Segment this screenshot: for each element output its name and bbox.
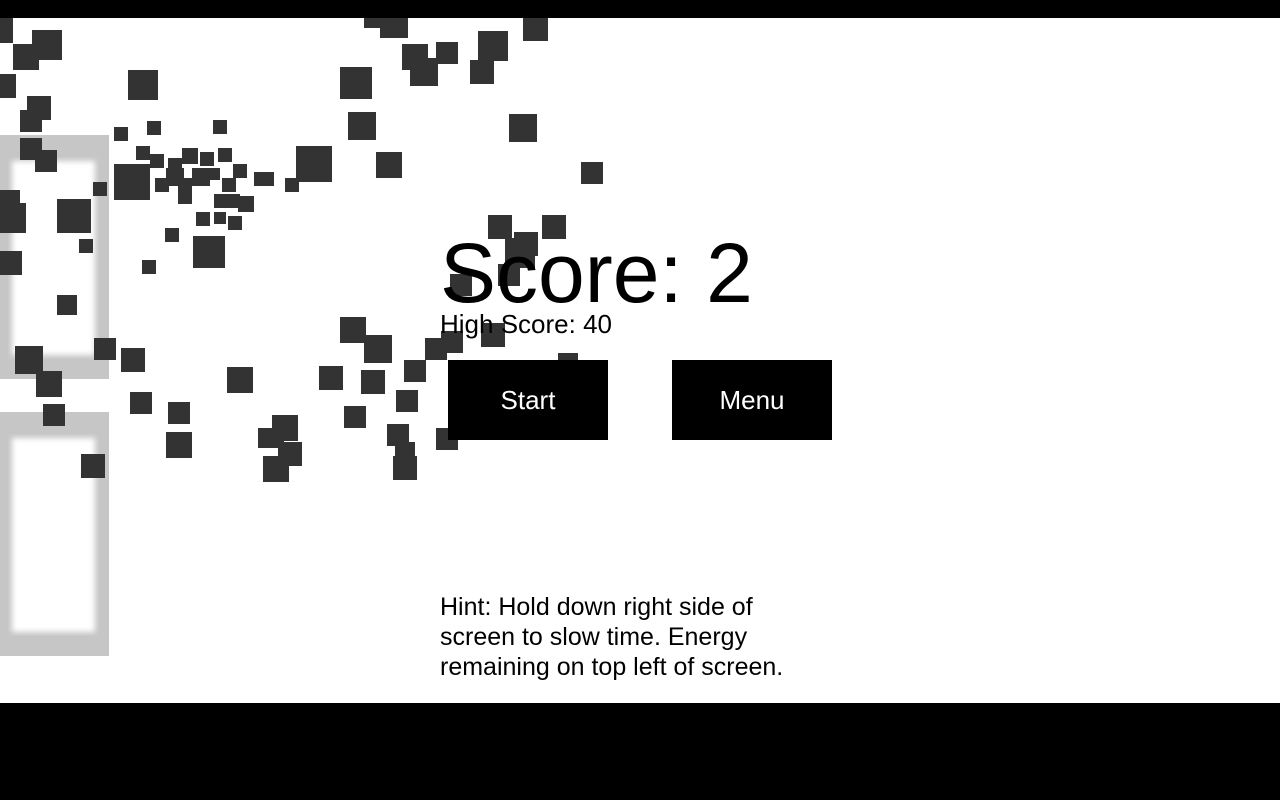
debris-block xyxy=(166,432,192,458)
letterbox-bottom xyxy=(0,703,1280,800)
debris-block xyxy=(509,114,537,142)
debris-block xyxy=(470,60,494,84)
debris-block xyxy=(20,110,42,132)
debris-block xyxy=(222,178,236,192)
debris-block xyxy=(43,404,65,426)
debris-block xyxy=(218,148,232,162)
debris-block xyxy=(114,127,128,141)
high-score-display: High Score: 40 xyxy=(440,309,612,339)
menu-button[interactable]: Menu xyxy=(672,360,832,440)
debris-block xyxy=(213,120,227,134)
debris-block xyxy=(36,371,62,397)
debris-block xyxy=(128,70,158,100)
debris-block xyxy=(319,366,343,390)
debris-block xyxy=(340,317,366,343)
debris-block xyxy=(57,295,77,315)
debris-block xyxy=(581,162,603,184)
debris-block xyxy=(436,42,458,64)
debris-block xyxy=(208,168,220,180)
debris-block xyxy=(196,212,210,226)
debris-block xyxy=(35,150,57,172)
debris-block xyxy=(200,152,214,166)
debris-block xyxy=(254,172,274,186)
debris-block xyxy=(136,146,150,160)
debris-block xyxy=(130,392,152,414)
debris-block xyxy=(147,121,161,135)
debris-block xyxy=(214,194,228,208)
debris-block xyxy=(228,216,242,230)
debris-block xyxy=(94,338,116,360)
debris-block xyxy=(380,18,408,38)
debris-block xyxy=(165,228,179,242)
debris-block xyxy=(376,152,402,178)
debris-block xyxy=(168,402,190,424)
debris-block xyxy=(182,148,198,164)
debris-block xyxy=(478,31,508,61)
debris-block xyxy=(396,390,418,412)
debris-block xyxy=(57,199,91,233)
letterbox-top xyxy=(0,0,1280,18)
debris-block xyxy=(340,67,372,99)
debris-block xyxy=(0,203,26,233)
debris-block xyxy=(178,190,192,204)
debris-block xyxy=(348,112,376,140)
debris-block xyxy=(523,18,548,41)
debris-block xyxy=(121,348,145,372)
debris-block xyxy=(404,360,426,382)
debris-block xyxy=(0,251,22,275)
debris-block xyxy=(214,212,226,224)
debris-block xyxy=(0,18,13,43)
hint-text: Hint: Hold down right side of screen to … xyxy=(440,593,784,681)
debris-block xyxy=(79,239,93,253)
debris-block xyxy=(410,58,438,86)
debris-block xyxy=(393,456,417,480)
debris-block xyxy=(361,370,385,394)
debris-block xyxy=(93,182,107,196)
debris-block xyxy=(296,146,332,182)
debris-block xyxy=(238,196,254,212)
debris-block xyxy=(0,74,16,98)
debris-block xyxy=(81,454,105,478)
game-canvas[interactable]: Score: 2 High Score: 40 Start Menu Hint:… xyxy=(0,18,1280,703)
debris-block xyxy=(233,164,247,178)
debris-block xyxy=(193,236,225,268)
start-button[interactable]: Start xyxy=(448,360,608,440)
debris-block xyxy=(15,346,43,374)
debris-block xyxy=(13,44,39,70)
debris-block xyxy=(150,154,164,168)
debris-block xyxy=(142,260,156,274)
debris-block xyxy=(114,164,150,200)
score-display: Score: 2 xyxy=(440,226,753,320)
debris-block xyxy=(263,456,289,482)
debris-block xyxy=(344,406,366,428)
debris-block xyxy=(364,335,392,363)
debris-block xyxy=(227,367,253,393)
